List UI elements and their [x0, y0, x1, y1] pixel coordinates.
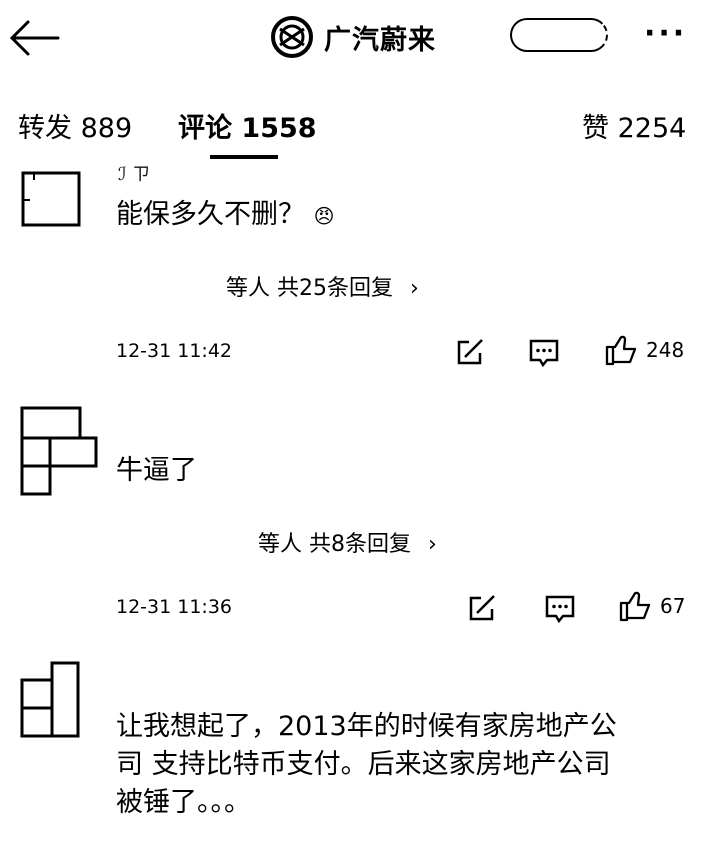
replies-link[interactable]: 等人 共8条回复 › [258, 526, 437, 558]
chevron-right-icon: › [428, 532, 437, 557]
edit-repost-icon [469, 595, 495, 621]
thumbs-up-icon [619, 591, 651, 622]
comment-button[interactable] [544, 594, 576, 628]
comment-line: 司 支持比特币支付。后来这家房地产公司 [116, 749, 611, 780]
replies-count: 等人 共25条回复 [226, 276, 393, 301]
comment-text: 牛逼了 [116, 452, 197, 490]
thumbs-up-icon [605, 335, 637, 366]
avatar[interactable] [18, 404, 100, 498]
tab-comments-count: 1558 [241, 113, 317, 144]
avatar[interactable] [20, 170, 82, 228]
comment-line: 让我想起了，2013年的时候有家房地产公 [116, 711, 617, 742]
tab-forward[interactable]: 转发 889 [18, 106, 132, 145]
more-dots-icon: ··· [644, 16, 688, 51]
active-tab-indicator [210, 155, 278, 159]
account-header[interactable]: 广汽蔚来 [270, 12, 436, 62]
tab-comments[interactable]: 评论 1558 [178, 106, 317, 145]
edit-repost-icon [457, 339, 483, 365]
comment-body: 能保多久不删？ [116, 199, 305, 230]
comment-button[interactable] [528, 338, 560, 372]
back-button[interactable] [6, 18, 60, 58]
repost-button[interactable] [456, 338, 486, 370]
comment-time: 12-31 11:42 [116, 340, 233, 362]
tab-forward-label: 转发 [18, 113, 72, 144]
tab-comments-label: 评论 [178, 113, 232, 144]
comment-body: 牛逼了 [116, 455, 197, 486]
tab-likes-label: 赞 [582, 113, 609, 144]
repost-button[interactable] [468, 594, 498, 626]
comment-username[interactable]: ℐ ㄗ [118, 160, 150, 186]
gac-aion-logo-icon [271, 16, 313, 58]
comment-time: 12-31 11:36 [116, 596, 233, 618]
arrow-left-icon [9, 20, 60, 56]
avatar[interactable] [18, 660, 84, 740]
replies-count: 等人 共8条回复 [258, 532, 411, 557]
like-count: 248 [646, 338, 685, 362]
emoji-icon: 😠 [313, 204, 335, 228]
comment-text: 能保多久不删？ 😠 [116, 196, 334, 235]
like-count: 67 [660, 594, 686, 618]
comment-bubble-icon [529, 339, 559, 368]
account-name: 广汽蔚来 [324, 24, 436, 56]
tab-forward-count: 889 [80, 113, 133, 144]
comment-bubble-icon [545, 595, 575, 624]
like-button[interactable]: 67 [618, 590, 685, 622]
follow-button[interactable] [510, 18, 608, 52]
comment-line: 被锤了。。。 [116, 787, 251, 818]
tab-likes[interactable]: 赞 2254 [582, 106, 686, 145]
comment-text: 让我想起了，2013年的时候有家房地产公 司 支持比特币支付。后来这家房地产公司… [116, 708, 706, 822]
more-options-button[interactable]: ··· [644, 16, 687, 51]
like-button[interactable]: 248 [604, 334, 684, 366]
chevron-right-icon: › [410, 276, 419, 301]
tab-likes-count: 2254 [617, 113, 687, 144]
replies-link[interactable]: 等人 共25条回复 › [226, 270, 419, 302]
